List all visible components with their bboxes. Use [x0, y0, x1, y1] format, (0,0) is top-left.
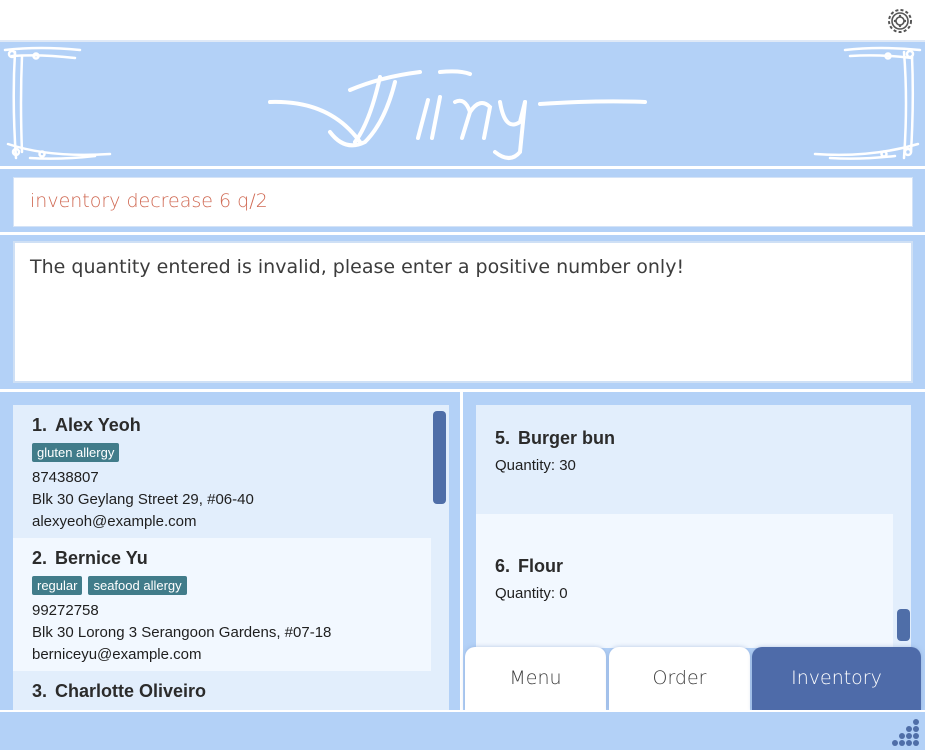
- item-quantity: Quantity: 30: [495, 457, 576, 474]
- item-index: 5.: [495, 428, 511, 448]
- tag: gluten allergy: [32, 443, 120, 462]
- status-bar: [0, 710, 925, 750]
- logo-sketch: [268, 69, 647, 160]
- person-email: berniceyu@example.com: [32, 646, 202, 663]
- person-phone: 87438807: [32, 469, 99, 486]
- item-index: 6.: [495, 556, 511, 576]
- item-name-row: 5. Burger bun: [495, 428, 893, 454]
- inventory-list[interactable]: 5. Burger bun Quantity: 30 6. Flour Quanti…: [476, 405, 911, 648]
- person-tags: gluten allergy: [32, 441, 431, 467]
- person-list[interactable]: 1. Alex Yeoh gluten allergy 87438807 Blk …: [13, 405, 449, 710]
- person-list-scrollbar[interactable]: [433, 411, 446, 504]
- tag: regular: [32, 576, 83, 595]
- person-name: Alex Yeoh: [55, 415, 141, 435]
- right-frame-ornament: [813, 46, 922, 160]
- inventory-list-scrollbar[interactable]: [897, 609, 910, 641]
- tag: seafood allergy: [88, 576, 187, 595]
- person-index: 2.: [32, 548, 48, 568]
- person-address: Blk 30 Lorong 3 Serangoon Gardens, #07-1…: [32, 624, 332, 641]
- item-quantity: Quantity: 0: [495, 585, 568, 602]
- divider: [0, 232, 925, 235]
- logo-banner: [3, 46, 922, 160]
- person-card[interactable]: 3. Charlotte Oliveiro: [13, 671, 431, 710]
- person-card[interactable]: 1. Alex Yeoh gluten allergy 87438807 Blk …: [13, 405, 431, 538]
- person-name-row: 1. Alex Yeoh: [32, 415, 431, 441]
- tab-inventory[interactable]: Inventory: [752, 647, 921, 711]
- person-name-row: 2. Bernice Yu: [32, 548, 431, 574]
- banner-divider: [0, 166, 925, 169]
- person-tags: regular seafood allergy: [32, 574, 431, 600]
- person-card[interactable]: 2. Bernice Yu regular seafood allergy 9927…: [13, 538, 431, 671]
- person-index: 3.: [32, 681, 48, 701]
- person-index: 1.: [32, 415, 48, 435]
- person-name: Bernice Yu: [55, 548, 148, 568]
- panel-divider: [460, 392, 463, 710]
- inventory-card[interactable]: 5. Burger bun Quantity: 30: [476, 405, 893, 514]
- top-bar: [0, 0, 925, 42]
- resize-grip-icon[interactable]: [891, 717, 921, 747]
- command-input[interactable]: inventory decrease 6 q/2: [30, 190, 268, 212]
- command-box[interactable]: inventory decrease 6 q/2: [13, 177, 913, 227]
- item-name: Burger bun: [518, 428, 616, 448]
- result-display: The quantity entered is invalid, please …: [13, 241, 913, 383]
- item-name-row: 6. Flour: [495, 556, 893, 582]
- person-email: alexyeoh@example.com: [32, 513, 197, 530]
- header-banner: [0, 42, 925, 166]
- inventory-card[interactable]: 6. Flour Quantity: 0: [476, 514, 893, 648]
- gear-icon[interactable]: [885, 6, 915, 36]
- person-address: Blk 30 Geylang Street 29, #06-40: [32, 491, 254, 508]
- result-message: The quantity entered is invalid, please …: [30, 256, 685, 278]
- tab-menu[interactable]: Menu: [465, 647, 606, 711]
- person-name: Charlotte Oliveiro: [55, 681, 207, 701]
- left-frame-ornament: [3, 46, 112, 160]
- person-phone: 99272758: [32, 602, 99, 619]
- person-name-row: 3. Charlotte Oliveiro: [32, 681, 431, 707]
- tab-order[interactable]: Order: [609, 647, 750, 711]
- item-name: Flour: [518, 556, 564, 576]
